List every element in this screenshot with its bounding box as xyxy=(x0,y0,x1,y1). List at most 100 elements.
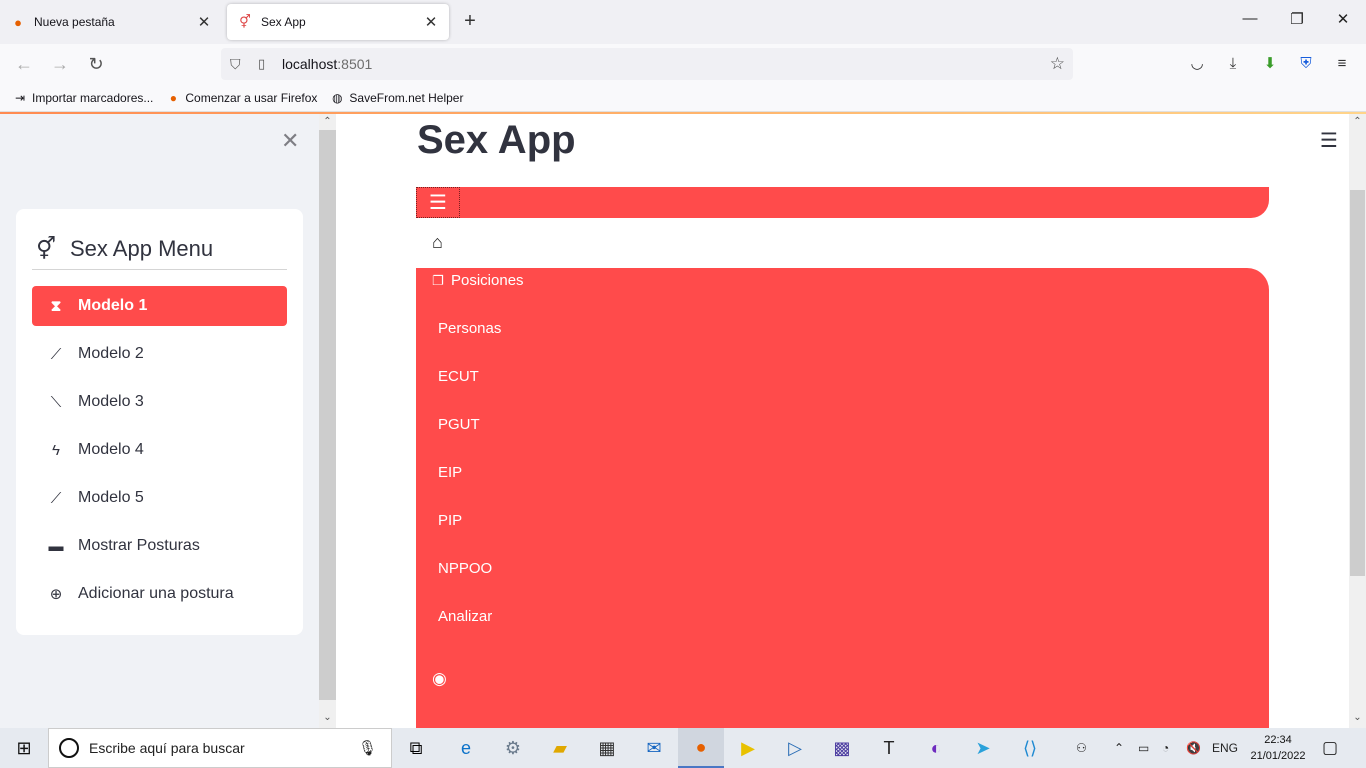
nav-item-home[interactable]: ⌂ xyxy=(416,218,1269,268)
volume-muted-icon[interactable]: 🔇 xyxy=(1186,728,1201,768)
menu-item-label: Modelo 4 xyxy=(78,441,144,458)
bookmark-label: Importar marcadores... xyxy=(32,90,154,105)
nav-item-nppoo[interactable]: NPPOO xyxy=(438,559,492,579)
scroll-up-icon[interactable]: ⌃ xyxy=(319,116,336,127)
menu-item-modelo-2[interactable]: ⟋ Modelo 2 xyxy=(32,334,287,374)
bookmark-firefox[interactable]: ● Comenzar a usar Firefox xyxy=(165,90,318,105)
url-bar[interactable]: ⛉ ▯ localhost:8501 ☆ xyxy=(221,48,1073,80)
player-icon[interactable]: ▶ xyxy=(725,728,771,768)
nav-item-label: Posiciones xyxy=(451,272,524,289)
browser-tab-bar: ● Nueva pestaña ✕ ⚥ Sex App ✕ + — ❐ ✕ xyxy=(0,0,1366,44)
tab-sex-app[interactable]: ⚥ Sex App ✕ xyxy=(227,4,449,40)
store-icon[interactable]: ▦ xyxy=(584,728,630,768)
option-menu: ⚥ Sex App Menu ⧗ Modelo 1 ⟋ Modelo 2 ⟍ M… xyxy=(16,209,303,635)
menu-item-label: Modelo 3 xyxy=(78,393,144,410)
menu-item-mostrar-posturas[interactable]: ▬ Mostrar Posturas xyxy=(32,526,287,566)
minimize-button[interactable]: — xyxy=(1240,10,1260,27)
typora-icon[interactable]: T xyxy=(866,728,912,768)
browser-nav-bar: ← → ↻ ⛉ ▯ localhost:8501 ☆ ◡ ⤓ ⬇ ⛨ ≡ xyxy=(0,44,1366,84)
scroll-up-icon[interactable]: ⌃ xyxy=(1349,116,1366,127)
microphone-icon[interactable]: 🎙 xyxy=(358,739,377,757)
nav-item-pip[interactable]: PIP xyxy=(438,511,462,531)
settings-app-icon[interactable]: ⚙ xyxy=(490,728,536,768)
forward-button[interactable]: → xyxy=(49,54,71,74)
sidebar: ✕ ⚥ Sex App Menu ⧗ Modelo 1 ⟋ Modelo 2 ⟍… xyxy=(0,114,319,728)
notifications-icon[interactable]: ▢ xyxy=(1322,728,1338,768)
vscode-icon[interactable]: ⟨⟩ xyxy=(1007,728,1053,768)
battery-icon[interactable]: ▭ xyxy=(1138,728,1149,768)
tab-title: Sex App xyxy=(261,15,306,29)
page-title: Sex App xyxy=(417,118,576,162)
file-explorer-icon[interactable]: ▰ xyxy=(537,728,583,768)
menu-item-label: Modelo 5 xyxy=(78,489,144,506)
download-icon[interactable]: ⤓ xyxy=(1222,54,1244,74)
scrollbar-thumb[interactable] xyxy=(319,130,336,700)
reload-button[interactable]: ↻ xyxy=(85,54,107,74)
new-tab-button[interactable]: + xyxy=(459,10,481,32)
gender-icon: ⚥ xyxy=(239,14,251,29)
menu-item-modelo-3[interactable]: ⟍ Modelo 3 xyxy=(32,382,287,422)
navigation-bar: ☰ ❐ Posiciones Personas ECUT PGUT EIP PI… xyxy=(416,187,1269,728)
app-menu-icon[interactable]: ☰ xyxy=(1320,128,1338,153)
bookmark-import[interactable]: ⇥ Importar marcadores... xyxy=(12,91,153,105)
nav-item-pgut[interactable]: PGUT xyxy=(438,415,480,435)
shield-icon[interactable]: ⛉ xyxy=(230,56,246,73)
scroll-down-icon[interactable]: ⌄ xyxy=(319,712,336,723)
hourglass-icon: ⧗ xyxy=(50,297,62,315)
bitwarden-icon[interactable]: ⛨ xyxy=(1295,54,1317,74)
tray-chevron-icon[interactable]: ⌃ xyxy=(1114,728,1124,768)
task-view-icon[interactable]: ⧉ xyxy=(393,728,439,768)
globe-icon: ◍ xyxy=(332,90,343,105)
restore-button[interactable]: ❐ xyxy=(1287,10,1307,28)
cortana-icon xyxy=(59,738,79,758)
media-player-icon[interactable]: ▷ xyxy=(772,728,818,768)
language-indicator[interactable]: ENG xyxy=(1212,728,1238,768)
clock[interactable]: 22:34 21/01/2022 xyxy=(1246,732,1310,764)
user-circle-icon[interactable]: ◉ xyxy=(432,669,447,689)
windows-start-icon[interactable]: ⊞ xyxy=(0,728,48,768)
menu-item-label: Adicionar una postura xyxy=(78,585,234,602)
menu-item-modelo-1[interactable]: ⧗ Modelo 1 xyxy=(32,286,287,326)
close-icon[interactable]: ✕ xyxy=(423,13,439,31)
wifi-icon[interactable]: ◔ xyxy=(1162,728,1169,768)
savefrom-icon[interactable]: ⬇ xyxy=(1259,54,1281,74)
nav-item-personas[interactable]: Personas xyxy=(438,319,501,339)
bookmark-savefrom[interactable]: ◍ SaveFrom.net Helper xyxy=(329,91,463,105)
window-close-button[interactable]: ✕ xyxy=(1333,10,1353,28)
github-icon[interactable]: ◐ xyxy=(913,728,959,768)
scroll-down-icon[interactable]: ⌄ xyxy=(1349,712,1366,723)
nav-item-eip[interactable]: EIP xyxy=(438,463,462,483)
lightning-icon: ϟ xyxy=(52,441,60,459)
scrollbar-thumb[interactable] xyxy=(1350,190,1365,576)
pocket-icon[interactable]: ◡ xyxy=(1186,54,1208,74)
nav-toggle-icon[interactable]: ☰ xyxy=(416,187,460,218)
telegram-icon[interactable]: ➤ xyxy=(960,728,1006,768)
nav-item-analizar[interactable]: Analizar xyxy=(438,607,492,627)
mail-icon[interactable]: ✉ xyxy=(631,728,677,768)
tab-nueva-pestana[interactable]: ● Nueva pestaña ✕ xyxy=(0,4,222,40)
bookmark-label: Comenzar a usar Firefox xyxy=(185,90,318,105)
close-icon[interactable]: ✕ xyxy=(196,13,212,31)
menu-item-adicionar-postura[interactable]: ⊕ Adicionar una postura xyxy=(32,574,287,614)
menu-item-modelo-4[interactable]: ϟ Modelo 4 xyxy=(32,430,287,470)
url-port: :8501 xyxy=(337,56,373,72)
nav-item-posiciones[interactable]: ❐ Posiciones xyxy=(432,271,524,291)
page-scrollbar[interactable]: ⌃ ⌄ xyxy=(1349,114,1366,728)
clock-date: 21/01/2022 xyxy=(1250,750,1306,762)
graph-down-icon: ⟍ xyxy=(50,393,62,411)
close-sidebar-button[interactable]: ✕ xyxy=(281,128,299,154)
back-button[interactable]: ← xyxy=(13,54,35,74)
import-icon: ⇥ xyxy=(14,90,26,105)
menu-item-label: Modelo 2 xyxy=(78,345,144,362)
taskbar-search[interactable]: Escribe aquí para buscar 🎙 xyxy=(48,728,392,768)
texmaker-icon[interactable]: ▩ xyxy=(819,728,865,768)
firefox-taskbar-icon[interactable]: ● xyxy=(678,728,724,768)
search-placeholder: Escribe aquí para buscar xyxy=(89,740,245,756)
edge-icon[interactable]: e xyxy=(443,728,489,768)
nav-item-ecut[interactable]: ECUT xyxy=(438,367,479,387)
menu-item-modelo-5[interactable]: ⟋ Modelo 5 xyxy=(32,478,287,518)
people-icon[interactable]: ⚇ xyxy=(1076,728,1087,768)
menu-icon[interactable]: ≡ xyxy=(1331,54,1353,74)
bookmark-star-icon[interactable]: ☆ xyxy=(1050,54,1065,74)
sidebar-scrollbar[interactable]: ⌃ ⌄ xyxy=(319,114,336,728)
